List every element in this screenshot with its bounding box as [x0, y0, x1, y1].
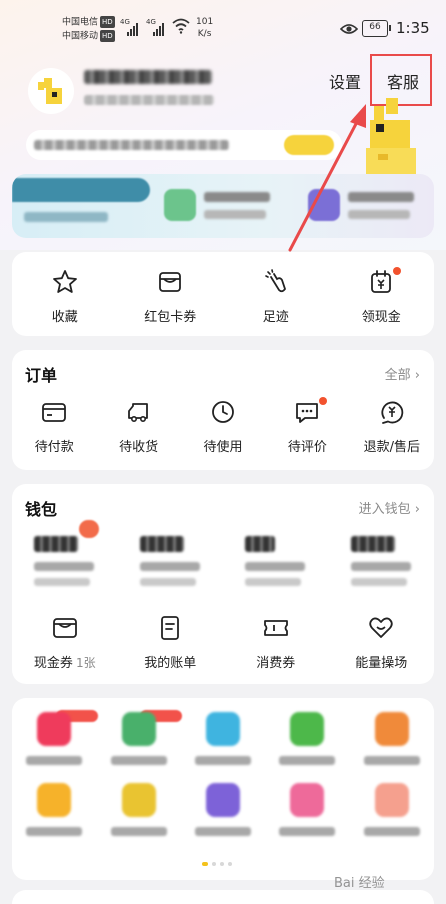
wifi-icon: [172, 18, 190, 34]
wallet-title: 钱包: [25, 500, 58, 519]
network-speed: 101 K/s: [196, 17, 214, 39]
service-item[interactable]: [265, 712, 349, 765]
pending-delivery-button[interactable]: 待收货: [96, 398, 180, 455]
orders-card: 订单 全部 › 待付款 待收货 待使用 待评价 退款/售后: [12, 350, 434, 470]
notice-text: [34, 140, 229, 150]
pending-use-button[interactable]: 待使用: [181, 398, 265, 455]
account-subtitle: [84, 95, 214, 105]
eye-icon: [340, 24, 358, 34]
footprint-icon: [264, 269, 286, 293]
wallet-stat[interactable]: [118, 532, 224, 596]
service-item[interactable]: [12, 783, 96, 836]
consumer-voucher-button[interactable]: 消费券: [223, 614, 329, 671]
ticket-icon: [263, 620, 288, 636]
footprint-button[interactable]: 足迹: [223, 268, 329, 325]
stat-badge: [79, 520, 99, 538]
service-item[interactable]: [350, 712, 434, 765]
service-item[interactable]: [96, 710, 183, 765]
bill-icon: [161, 616, 180, 640]
service-item[interactable]: [265, 783, 349, 836]
member-subtitle: [24, 212, 108, 222]
settings-link[interactable]: 设置: [329, 69, 361, 93]
energy-playground-button[interactable]: 能量操场: [329, 614, 435, 671]
cash-calendar-icon: [371, 270, 392, 293]
cash-coupon-icon: [52, 618, 77, 638]
member-tag: [12, 178, 150, 202]
services-card: [12, 698, 434, 880]
avatar[interactable]: [28, 68, 74, 114]
wallet-stat[interactable]: [223, 532, 329, 596]
wallet-icon: [42, 403, 67, 422]
mascot-image: [366, 98, 416, 174]
wallet-stat[interactable]: [12, 520, 118, 596]
cash-coupon-button[interactable]: 现金券 1张: [12, 614, 118, 671]
carrier-2: 中国移动 HD: [62, 30, 115, 42]
my-bill-button[interactable]: 我的账单: [118, 614, 224, 671]
page-indicator: [202, 862, 232, 866]
wallet-stats: [12, 520, 435, 596]
benefit-icon: [164, 189, 196, 221]
star-icon: [52, 270, 77, 293]
favorites-button[interactable]: 收藏: [12, 268, 118, 325]
clock: 1:35: [396, 19, 430, 37]
truck-icon: [127, 403, 148, 422]
benefit-icon: [308, 189, 340, 221]
signal-icon: 4G: [146, 18, 164, 36]
pending-review-button[interactable]: 待评价: [265, 397, 349, 455]
orders-view-all-link[interactable]: 全部 ›: [385, 364, 420, 383]
coupon-icon: [159, 272, 182, 292]
notice-bar[interactable]: [26, 130, 342, 160]
quick-actions-card: 收藏 红包卡券 足迹 领现金: [12, 252, 434, 336]
battery-indicator: 66: [362, 20, 391, 37]
wallet-stat[interactable]: [329, 532, 435, 596]
notification-dot: [319, 397, 328, 405]
signal-icon: 4G: [120, 18, 138, 36]
next-section-card: [12, 890, 434, 904]
username[interactable]: [84, 70, 212, 84]
member-card[interactable]: [12, 174, 434, 238]
service-item[interactable]: [181, 712, 265, 765]
notice-button[interactable]: [284, 135, 334, 155]
status-bar: 中国电信 HD 中国移动 HD 4G 4G 101 K/s 66 1:35: [0, 0, 446, 56]
service-item[interactable]: [181, 783, 265, 836]
orders-title: 订单: [25, 366, 58, 385]
service-item[interactable]: [96, 783, 180, 836]
carrier-1: 中国电信 HD: [62, 16, 115, 28]
comment-icon: [296, 403, 319, 423]
services-grid: [12, 710, 434, 836]
service-item[interactable]: [350, 783, 434, 836]
heart-icon: [369, 617, 393, 638]
refund-icon: [381, 401, 404, 424]
refund-aftersales-button[interactable]: 退款/售后: [350, 398, 434, 455]
pending-payment-button[interactable]: 待付款: [12, 398, 96, 455]
coupons-button[interactable]: 红包卡券: [118, 268, 224, 325]
service-item[interactable]: [12, 710, 98, 765]
clock-icon: [212, 401, 234, 423]
watermark: Bai 经验: [334, 876, 385, 891]
wallet-card: 钱包 进入钱包 › 现金券 1张 我的账单 消费券 能量操场: [12, 484, 434, 684]
get-cash-button[interactable]: 领现金: [329, 267, 435, 325]
enter-wallet-link[interactable]: 进入钱包 ›: [359, 498, 420, 517]
notification-dot: [392, 267, 401, 275]
